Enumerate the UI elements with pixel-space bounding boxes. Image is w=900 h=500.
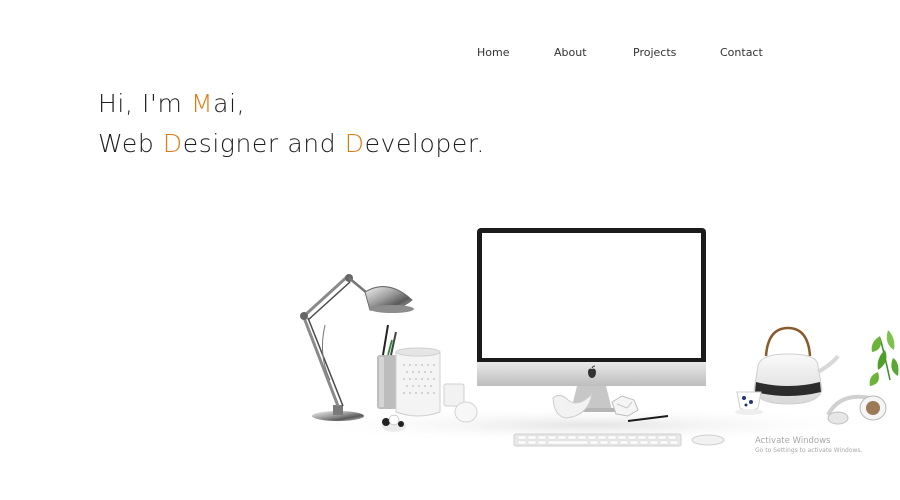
greeting-accent-letter: M: [190, 89, 214, 118]
imac: [477, 228, 706, 412]
role-accent-letter-1: D: [162, 129, 183, 158]
crumpled-paper: [611, 395, 639, 417]
watermark-title: Activate Windows: [755, 436, 831, 446]
keyboard: [513, 433, 682, 447]
role-middle: esigner and: [182, 129, 345, 158]
nav-projects-link[interactable]: Projects: [633, 46, 676, 59]
hero-role: Web Designer and Developer.: [98, 124, 485, 164]
watermark-subtitle: Go to Settings to activate Windows.: [755, 447, 863, 454]
imac-screen: [482, 233, 701, 358]
nav-contact-link[interactable]: Contact: [720, 46, 763, 59]
candle-holder: [395, 347, 478, 423]
greeting-suffix: ai,: [213, 89, 246, 118]
role-accent-letter-2: D: [344, 129, 365, 158]
role-suffix: eveloper.: [364, 129, 485, 158]
greeting-prefix: Hi, I'm: [98, 89, 191, 118]
pencil-holder: [377, 324, 397, 409]
nav-home-link[interactable]: Home: [477, 46, 509, 59]
pen: [627, 415, 669, 422]
bird-figurine: [552, 392, 593, 419]
hero-greeting: Hi, I'm Mai,: [98, 84, 485, 124]
plant: [869, 330, 899, 386]
headphones: [826, 394, 887, 425]
role-prefix: Web: [98, 129, 163, 158]
nav-about-link[interactable]: About: [554, 46, 587, 59]
panda-figurine: [382, 414, 406, 432]
desk-lamp: [300, 274, 414, 421]
hero-heading: Hi, I'm Mai, Web Designer and Developer.: [98, 84, 485, 164]
desk-scene-image: [290, 228, 899, 447]
teapot: [753, 326, 840, 405]
mouse: [691, 434, 725, 446]
top-nav: Home About Projects Contact: [0, 46, 900, 62]
teacup: [735, 391, 763, 415]
apple-logo: [588, 365, 596, 378]
windows-activation-watermark: Activate Windows Go to Settings to activ…: [755, 436, 862, 454]
